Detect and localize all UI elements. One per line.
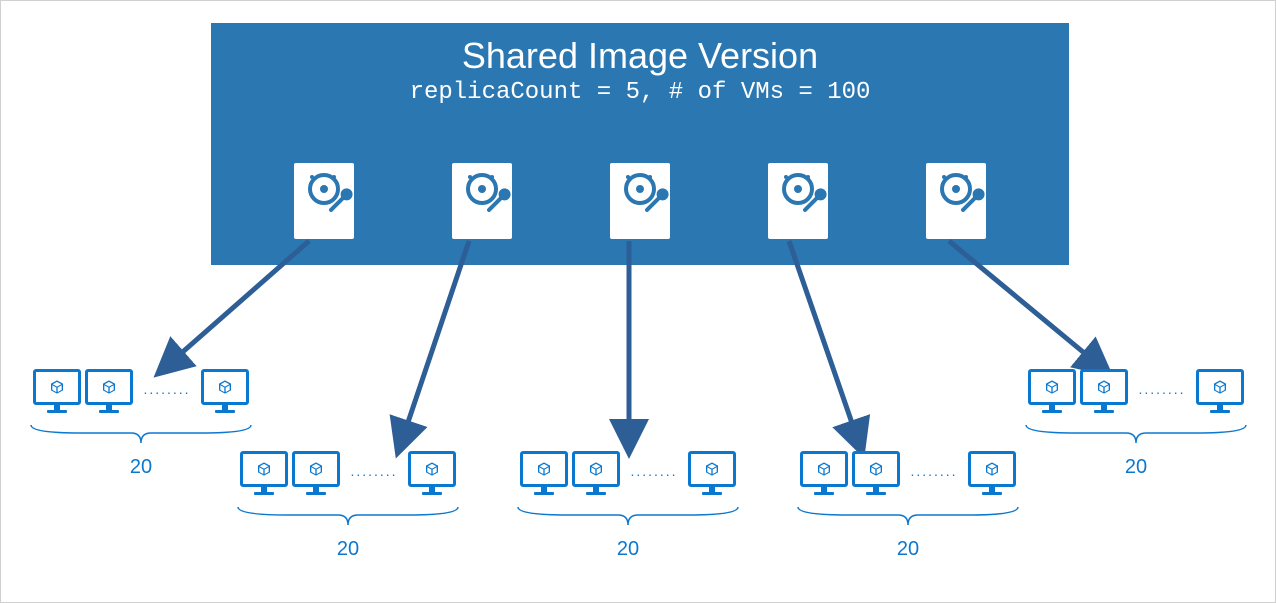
vm-count-label: 20	[223, 538, 473, 561]
vm-count-label: 20	[503, 538, 753, 561]
vm-icon	[968, 451, 1016, 499]
vm-icon	[688, 451, 736, 499]
diagram-canvas: Shared Image Version replicaCount = 5, #…	[0, 0, 1276, 603]
disk-icon	[926, 163, 986, 239]
header-subtitle: replicaCount = 5, # of VMs = 100	[211, 79, 1069, 106]
ellipsis-icon: ........	[344, 463, 403, 479]
ellipsis-icon: ........	[904, 463, 963, 479]
vm-group: ........ 20	[783, 451, 1033, 561]
vm-icon	[408, 451, 456, 499]
brace-icon	[21, 423, 261, 447]
disk-icon	[610, 163, 670, 239]
vm-row: ........	[783, 451, 1033, 499]
vm-icon	[852, 451, 900, 499]
vm-group: ........ 20	[503, 451, 753, 561]
disk-icon	[294, 163, 354, 239]
vm-row: ........	[16, 369, 266, 417]
vm-row: ........	[503, 451, 753, 499]
shared-image-version-box: Shared Image Version replicaCount = 5, #…	[211, 23, 1069, 265]
brace-icon	[788, 505, 1028, 529]
vm-icon	[1196, 369, 1244, 417]
vm-group: ........ 20	[223, 451, 473, 561]
vm-row: ........	[1011, 369, 1261, 417]
vm-icon	[240, 451, 288, 499]
disk-icon	[768, 163, 828, 239]
ellipsis-icon: ........	[1132, 381, 1191, 397]
vm-icon	[33, 369, 81, 417]
brace-icon	[508, 505, 748, 529]
vm-count-label: 20	[1011, 456, 1261, 479]
header-title: Shared Image Version	[211, 35, 1069, 77]
disk-icon	[452, 163, 512, 239]
brace-icon	[228, 505, 468, 529]
ellipsis-icon: ........	[624, 463, 683, 479]
ellipsis-icon: ........	[137, 381, 196, 397]
vm-row: ........	[223, 451, 473, 499]
vm-icon	[201, 369, 249, 417]
vm-icon	[292, 451, 340, 499]
vm-icon	[800, 451, 848, 499]
replica-disk-row	[211, 163, 1069, 239]
vm-icon	[520, 451, 568, 499]
brace-icon	[1016, 423, 1256, 447]
vm-icon	[572, 451, 620, 499]
vm-icon	[85, 369, 133, 417]
vm-icon	[1028, 369, 1076, 417]
vm-icon	[1080, 369, 1128, 417]
vm-group: ........ 20	[1011, 369, 1261, 479]
vm-count-label: 20	[783, 538, 1033, 561]
